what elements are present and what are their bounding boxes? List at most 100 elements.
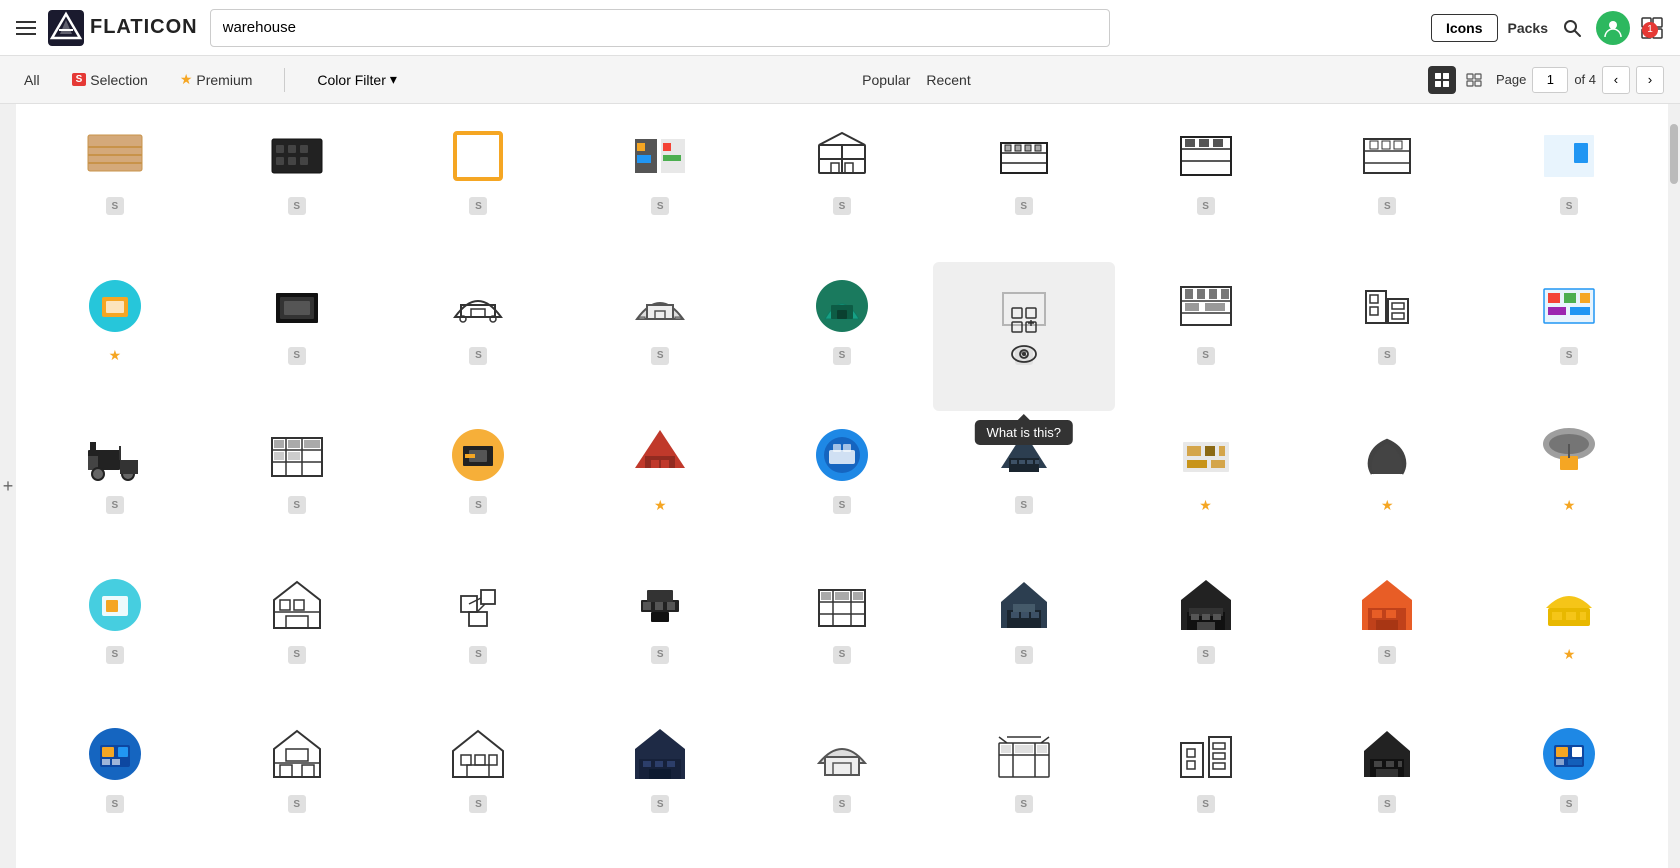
icon-badge: ★ [105, 346, 125, 366]
icon-cell[interactable]: S [1296, 561, 1478, 711]
icon-image [1353, 122, 1421, 190]
icon-cell[interactable]: S [751, 411, 933, 561]
icon-cell[interactable]: S [1115, 262, 1297, 412]
hamburger-menu[interactable] [16, 21, 36, 35]
tab-premium[interactable]: ★ Premium [172, 67, 261, 92]
icon-cell[interactable]: S [1478, 710, 1660, 860]
icon-cell[interactable]: S [388, 411, 570, 561]
icon-cell[interactable]: S [1115, 561, 1297, 711]
tab-all[interactable]: All [16, 68, 48, 92]
next-page-button[interactable]: › [1636, 66, 1664, 94]
icon-badge: S [1377, 346, 1397, 366]
icon-cell[interactable]: S [1478, 262, 1660, 412]
icon-badge: S [105, 645, 125, 665]
recent-tab[interactable]: Recent [926, 68, 970, 92]
icon-badge: S [1377, 645, 1397, 665]
icon-badge: S [1196, 346, 1216, 366]
icon-badge: S [1559, 196, 1579, 216]
grid-view-button[interactable] [1428, 66, 1456, 94]
icon-cell[interactable]: ★ [569, 411, 751, 561]
color-filter[interactable]: Color Filter ▾ [309, 67, 405, 92]
prev-page-button[interactable]: ‹ [1602, 66, 1630, 94]
icon-image [1353, 571, 1421, 639]
icon-cell[interactable]: S [1296, 262, 1478, 412]
search-button[interactable] [1558, 14, 1586, 42]
packs-button[interactable]: Packs [1508, 20, 1548, 36]
icon-cell[interactable]: S [751, 112, 933, 262]
icon-cell[interactable]: S [24, 411, 206, 561]
icon-cell[interactable]: S [388, 262, 570, 412]
icon-cell[interactable]: S [206, 411, 388, 561]
icon-image [626, 272, 694, 340]
icon-badge: S [832, 346, 852, 366]
icon-cell[interactable]: S [569, 112, 751, 262]
icon-cell[interactable]: S [24, 561, 206, 711]
view-toggle [1428, 66, 1488, 94]
icon-cell[interactable]: S [24, 112, 206, 262]
icon-cell[interactable]: S [206, 262, 388, 412]
selection-badge: S [72, 73, 87, 86]
icon-cell[interactable]: S [751, 710, 933, 860]
scrollbar-thumb[interactable] [1670, 124, 1678, 184]
icon-cell[interactable]: S [206, 112, 388, 262]
logo[interactable]: FLATICON [48, 10, 198, 46]
icon-cell[interactable]: S [569, 262, 751, 412]
page-label: Page [1496, 72, 1526, 87]
icon-image [1172, 272, 1240, 340]
icon-cell[interactable]: ★ [1478, 411, 1660, 561]
icon-badge: S [650, 196, 670, 216]
icon-badge: S [287, 495, 307, 515]
icons-button[interactable]: Icons [1431, 14, 1498, 42]
icon-cell[interactable]: S [1478, 112, 1660, 262]
user-menu[interactable] [1596, 11, 1630, 45]
icon-image [444, 571, 512, 639]
icon-cell[interactable]: ★ [1115, 411, 1297, 561]
icon-cell[interactable]: S [751, 262, 933, 412]
icon-cell[interactable]: S [933, 561, 1115, 711]
icon-cell[interactable]: S [933, 112, 1115, 262]
icon-cell[interactable]: ★ [1478, 561, 1660, 711]
icon-cell[interactable]: S [388, 112, 570, 262]
icon-cell[interactable]: S [206, 710, 388, 860]
icon-image [626, 571, 694, 639]
icon-cell[interactable]: S [206, 561, 388, 711]
search-bar[interactable] [210, 9, 1110, 47]
tab-premium-label: Premium [196, 72, 252, 88]
icon-cell[interactable]: S [24, 710, 206, 860]
search-input[interactable] [223, 19, 1097, 36]
add-to-collection-icon[interactable] [1010, 306, 1038, 334]
icon-image [1172, 571, 1240, 639]
icon-cell[interactable]: S [388, 710, 570, 860]
icon-cell[interactable]: S [1296, 112, 1478, 262]
icon-cell[interactable]: S [1115, 112, 1297, 262]
scrollbar-track[interactable] [1668, 104, 1680, 868]
icon-image [81, 720, 149, 788]
icon-cell-hovered[interactable]: What is this? S [933, 262, 1115, 412]
popular-recent: Popular Recent [862, 68, 971, 92]
icon-image [263, 272, 331, 340]
main-header: FLATICON Icons Packs 1 [0, 0, 1680, 56]
page-number-input[interactable] [1532, 67, 1568, 93]
preview-icon[interactable] [1010, 342, 1038, 366]
icon-image [626, 720, 694, 788]
divider [284, 68, 285, 92]
icon-cell[interactable]: S [569, 710, 751, 860]
icon-cell[interactable]: S [751, 561, 933, 711]
icon-cell[interactable]: ★ [1296, 411, 1478, 561]
icon-cell[interactable]: S [569, 561, 751, 711]
icon-badge: S [105, 196, 125, 216]
popular-tab[interactable]: Popular [862, 68, 910, 92]
tab-selection[interactable]: S Selection [64, 68, 156, 92]
list-view-button[interactable] [1460, 66, 1488, 94]
icon-cell[interactable]: S [1296, 710, 1478, 860]
icon-badge: ★ [1196, 495, 1216, 515]
icon-badge: S [1196, 645, 1216, 665]
icon-cell[interactable]: S [388, 561, 570, 711]
notifications[interactable]: 1 [1640, 16, 1664, 40]
icon-cell[interactable]: ★ [24, 262, 206, 412]
icon-badge: S [832, 794, 852, 814]
tab-selection-label: Selection [90, 72, 148, 88]
icon-cell[interactable]: S [1115, 710, 1297, 860]
icon-cell[interactable]: S [933, 710, 1115, 860]
side-panel-toggle[interactable]: + [0, 104, 16, 868]
